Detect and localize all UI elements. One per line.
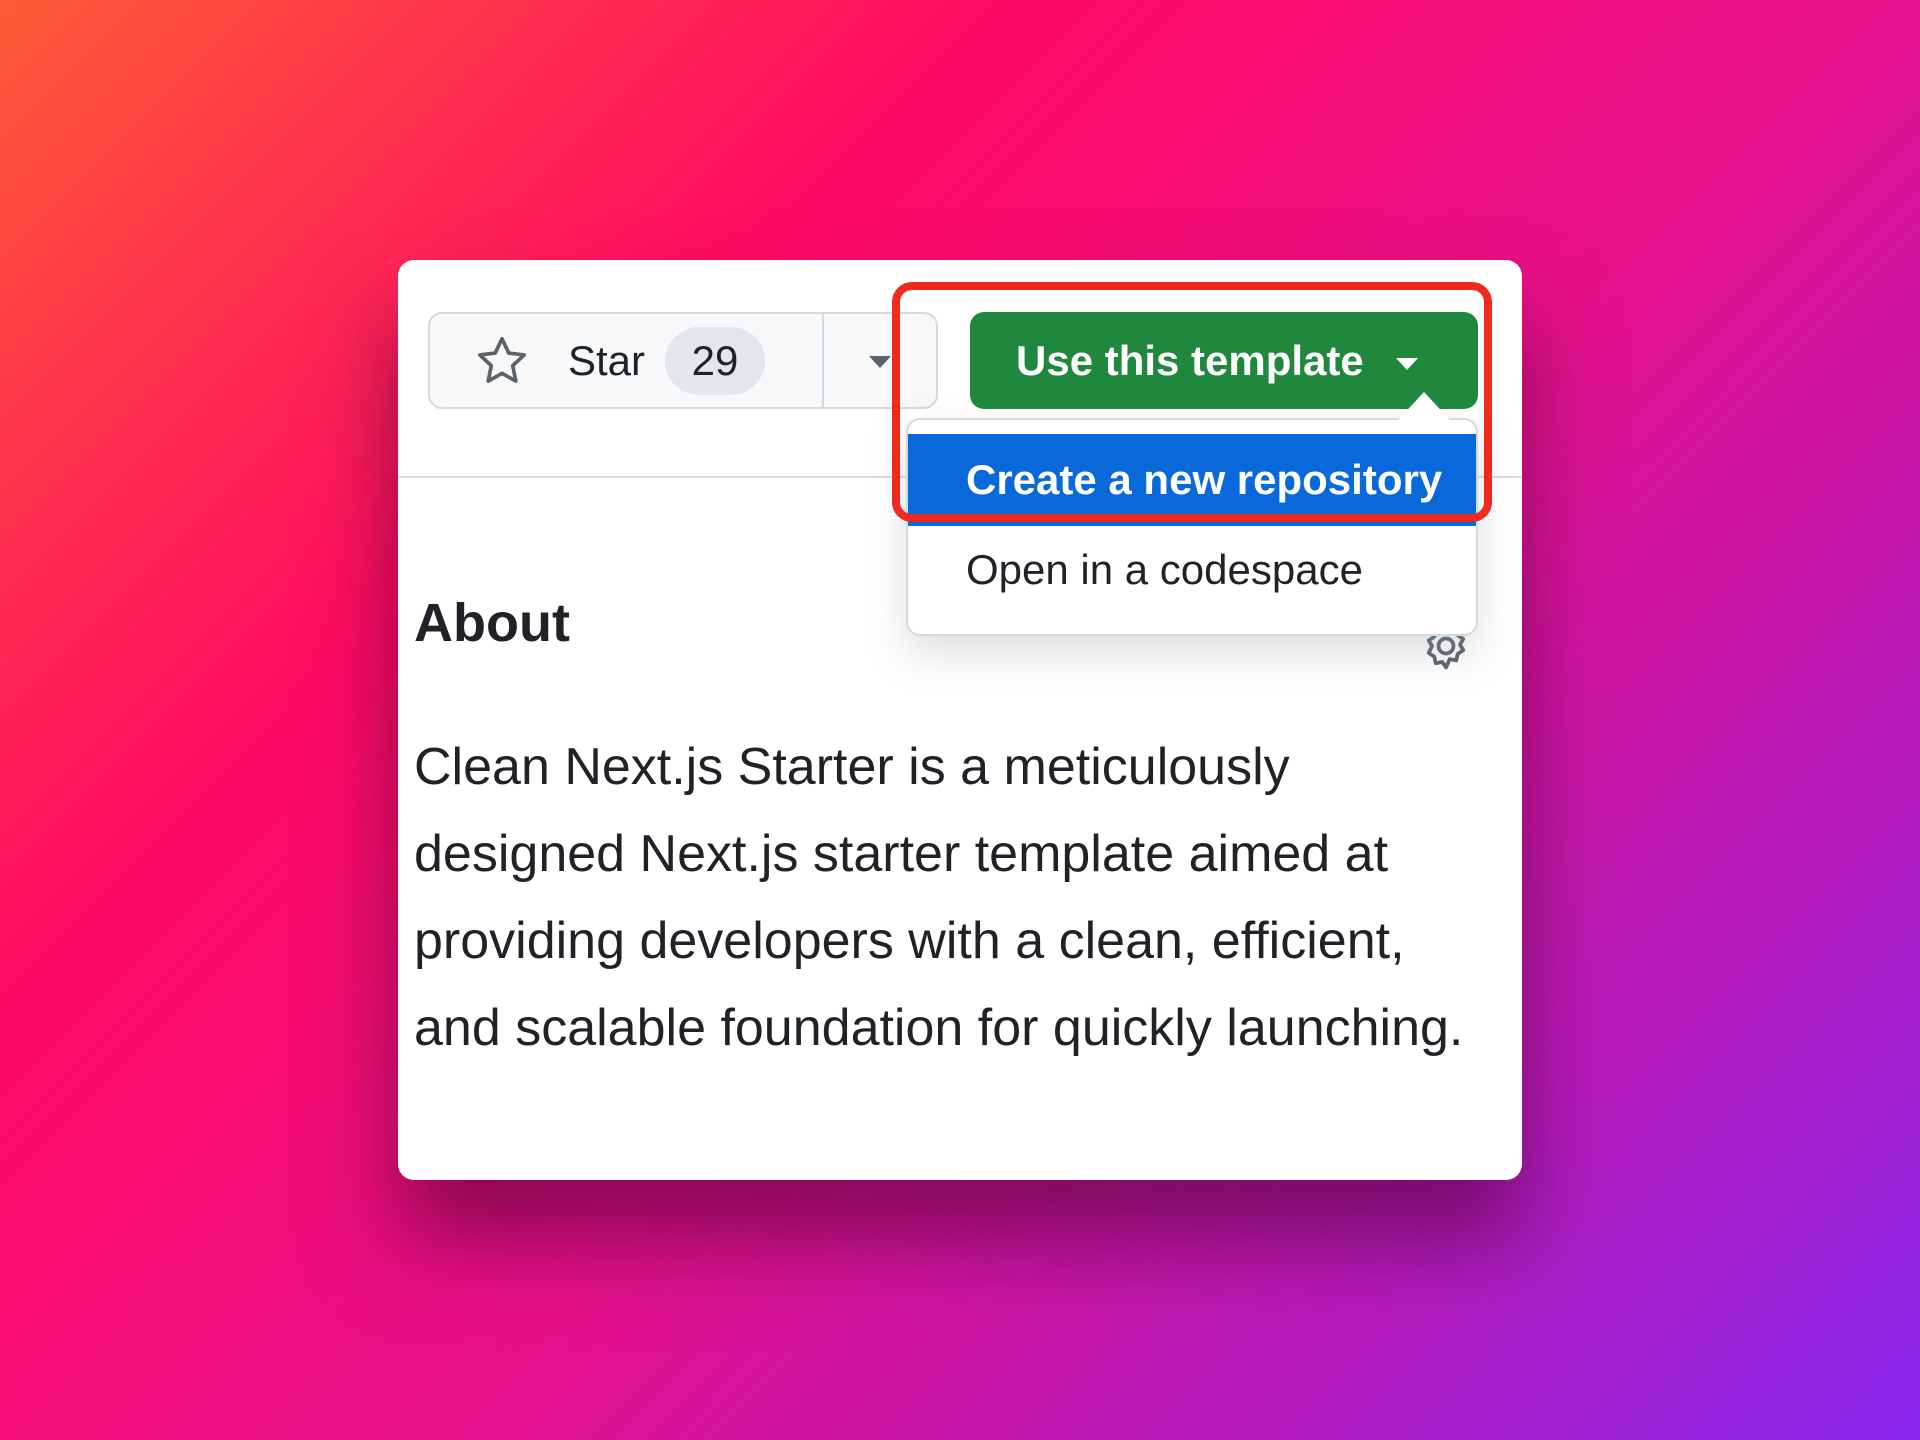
triangle-down-icon: [867, 354, 893, 375]
star-button[interactable]: Star 29: [430, 314, 824, 407]
annotation-highlight-box: [892, 282, 1492, 522]
star-count-badge: 29: [665, 326, 766, 395]
star-label: Star: [568, 336, 646, 384]
star-button-group: Star 29: [428, 312, 938, 409]
repo-sidebar-card: Star 29 Use this template Create a new r…: [398, 260, 1522, 1180]
star-icon: [474, 333, 530, 389]
about-heading: About: [414, 593, 570, 653]
about-description: Clean Next.js Starter is a meticulously …: [414, 738, 1464, 1057]
menu-item-open-in-codespace[interactable]: Open in a codespace: [908, 524, 1476, 616]
